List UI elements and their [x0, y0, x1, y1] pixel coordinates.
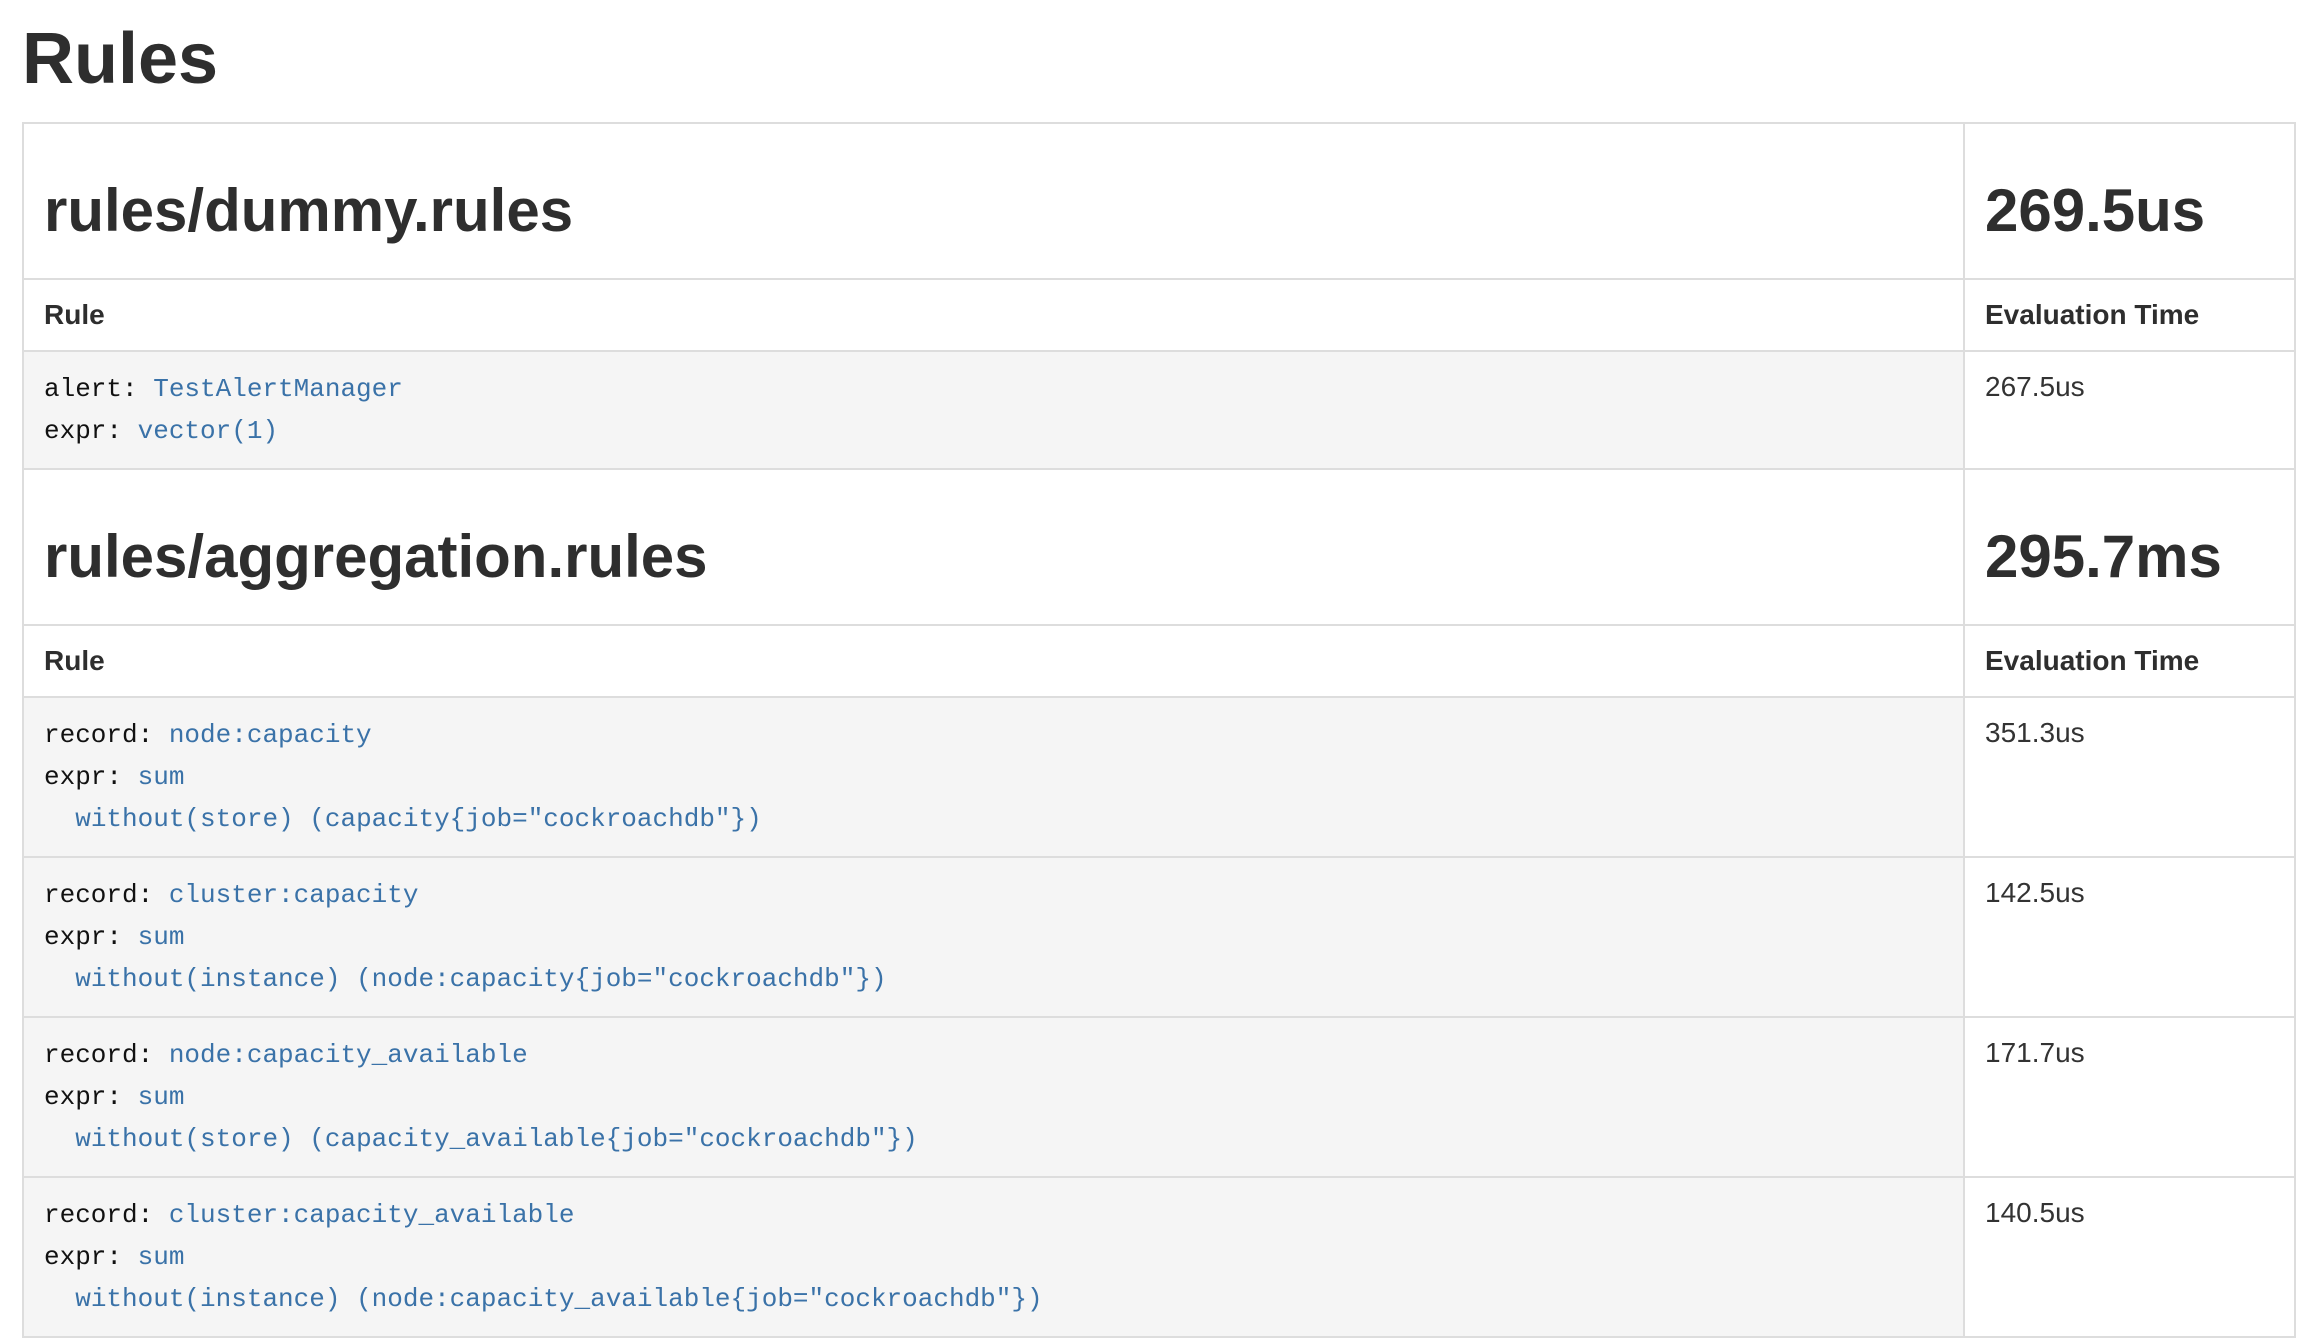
rule-cell: record: node:capacityexpr: sum without(s… [23, 697, 1964, 857]
rule-cell: record: cluster:capacity_availableexpr: … [23, 1177, 1964, 1337]
evaluation-time-cell: 351.3us [1964, 697, 2295, 857]
code-keyword: alert: [44, 374, 153, 404]
group-evaluation-time: 269.5us [1985, 178, 2274, 244]
group-time-cell: 269.5us [1964, 123, 2295, 279]
code-keyword: expr: [44, 1242, 138, 1272]
rule-expression-link[interactable]: cluster:capacity [169, 880, 419, 910]
group-file-cell: rules/aggregation.rules [23, 469, 1964, 625]
code-line: expr: sum [44, 916, 1943, 958]
code-line: expr: sum [44, 756, 1943, 798]
rule-expression-link[interactable]: sum [138, 1242, 185, 1272]
rule-expression-link[interactable]: without(instance) (node:capacity_availab… [44, 1284, 1043, 1314]
rule-expression-link[interactable]: without(instance) (node:capacity{job="co… [44, 964, 887, 994]
rule-expression-link[interactable]: sum [138, 762, 185, 792]
page-title: Rules [22, 22, 2294, 98]
code-keyword: expr: [44, 762, 138, 792]
rule-expression-link[interactable]: sum [138, 1082, 185, 1112]
rule-expression-link[interactable]: sum [138, 922, 185, 952]
code-line: expr: sum [44, 1076, 1943, 1118]
code-line: without(store) (capacity_available{job="… [44, 1118, 1943, 1160]
rule-column-header: Rule [23, 625, 1964, 697]
code-keyword: record: [44, 880, 169, 910]
code-keyword: expr: [44, 1082, 138, 1112]
code-line: record: cluster:capacity_available [44, 1194, 1943, 1236]
group-header-row: rules/aggregation.rules 295.7ms [23, 469, 2295, 625]
code-line: expr: sum [44, 1236, 1943, 1278]
group-file-name: rules/aggregation.rules [44, 524, 1943, 590]
rule-expression-link[interactable]: node:capacity_available [169, 1040, 528, 1070]
rule-row: record: cluster:capacityexpr: sum withou… [23, 857, 2295, 1017]
rule-row: record: cluster:capacity_availableexpr: … [23, 1177, 2295, 1337]
column-header-row: RuleEvaluation Time [23, 279, 2295, 351]
rules-table-body: rules/dummy.rules269.5usRuleEvaluation T… [23, 123, 2295, 1337]
code-keyword: expr: [44, 922, 138, 952]
rule-column-header: Rule [23, 279, 1964, 351]
code-keyword: record: [44, 1200, 169, 1230]
evaluation-time-cell: 267.5us [1964, 351, 2295, 469]
evaluation-time-cell: 142.5us [1964, 857, 2295, 1017]
group-file-name: rules/dummy.rules [44, 178, 1943, 244]
group-header-row: rules/dummy.rules 269.5us [23, 123, 2295, 279]
group-evaluation-time: 295.7ms [1985, 524, 2274, 590]
code-line: alert: TestAlertManager [44, 368, 1943, 410]
rule-expression-link[interactable]: cluster:capacity_available [169, 1200, 575, 1230]
rule-expression-link[interactable]: node:capacity [169, 720, 372, 750]
code-keyword: record: [44, 1040, 169, 1070]
rules-table: rules/dummy.rules269.5usRuleEvaluation T… [22, 122, 2296, 1338]
group-file-cell: rules/dummy.rules [23, 123, 1964, 279]
rule-row: record: node:capacityexpr: sum without(s… [23, 697, 2295, 857]
rule-row: alert: TestAlertManagerexpr: vector(1)26… [23, 351, 2295, 469]
rule-cell: alert: TestAlertManagerexpr: vector(1) [23, 351, 1964, 469]
code-line: record: node:capacity_available [44, 1034, 1943, 1076]
code-line: record: node:capacity [44, 714, 1943, 756]
rule-cell: record: node:capacity_availableexpr: sum… [23, 1017, 1964, 1177]
code-keyword: record: [44, 720, 169, 750]
time-column-header: Evaluation Time [1964, 625, 2295, 697]
code-line: record: cluster:capacity [44, 874, 1943, 916]
rule-expression-link[interactable]: vector(1) [138, 416, 278, 446]
rule-cell: record: cluster:capacityexpr: sum withou… [23, 857, 1964, 1017]
column-header-row: RuleEvaluation Time [23, 625, 2295, 697]
time-column-header: Evaluation Time [1964, 279, 2295, 351]
code-line: without(instance) (node:capacity{job="co… [44, 958, 1943, 1000]
evaluation-time-cell: 140.5us [1964, 1177, 2295, 1337]
code-line: without(store) (capacity{job="cockroachd… [44, 798, 1943, 840]
rule-expression-link[interactable]: without(store) (capacity_available{job="… [44, 1124, 918, 1154]
evaluation-time-cell: 171.7us [1964, 1017, 2295, 1177]
rule-expression-link[interactable]: without(store) (capacity{job="cockroachd… [44, 804, 762, 834]
code-line: expr: vector(1) [44, 410, 1943, 452]
code-line: without(instance) (node:capacity_availab… [44, 1278, 1943, 1320]
group-time-cell: 295.7ms [1964, 469, 2295, 625]
rule-row: record: node:capacity_availableexpr: sum… [23, 1017, 2295, 1177]
rule-expression-link[interactable]: TestAlertManager [153, 374, 403, 404]
code-keyword: expr: [44, 416, 138, 446]
